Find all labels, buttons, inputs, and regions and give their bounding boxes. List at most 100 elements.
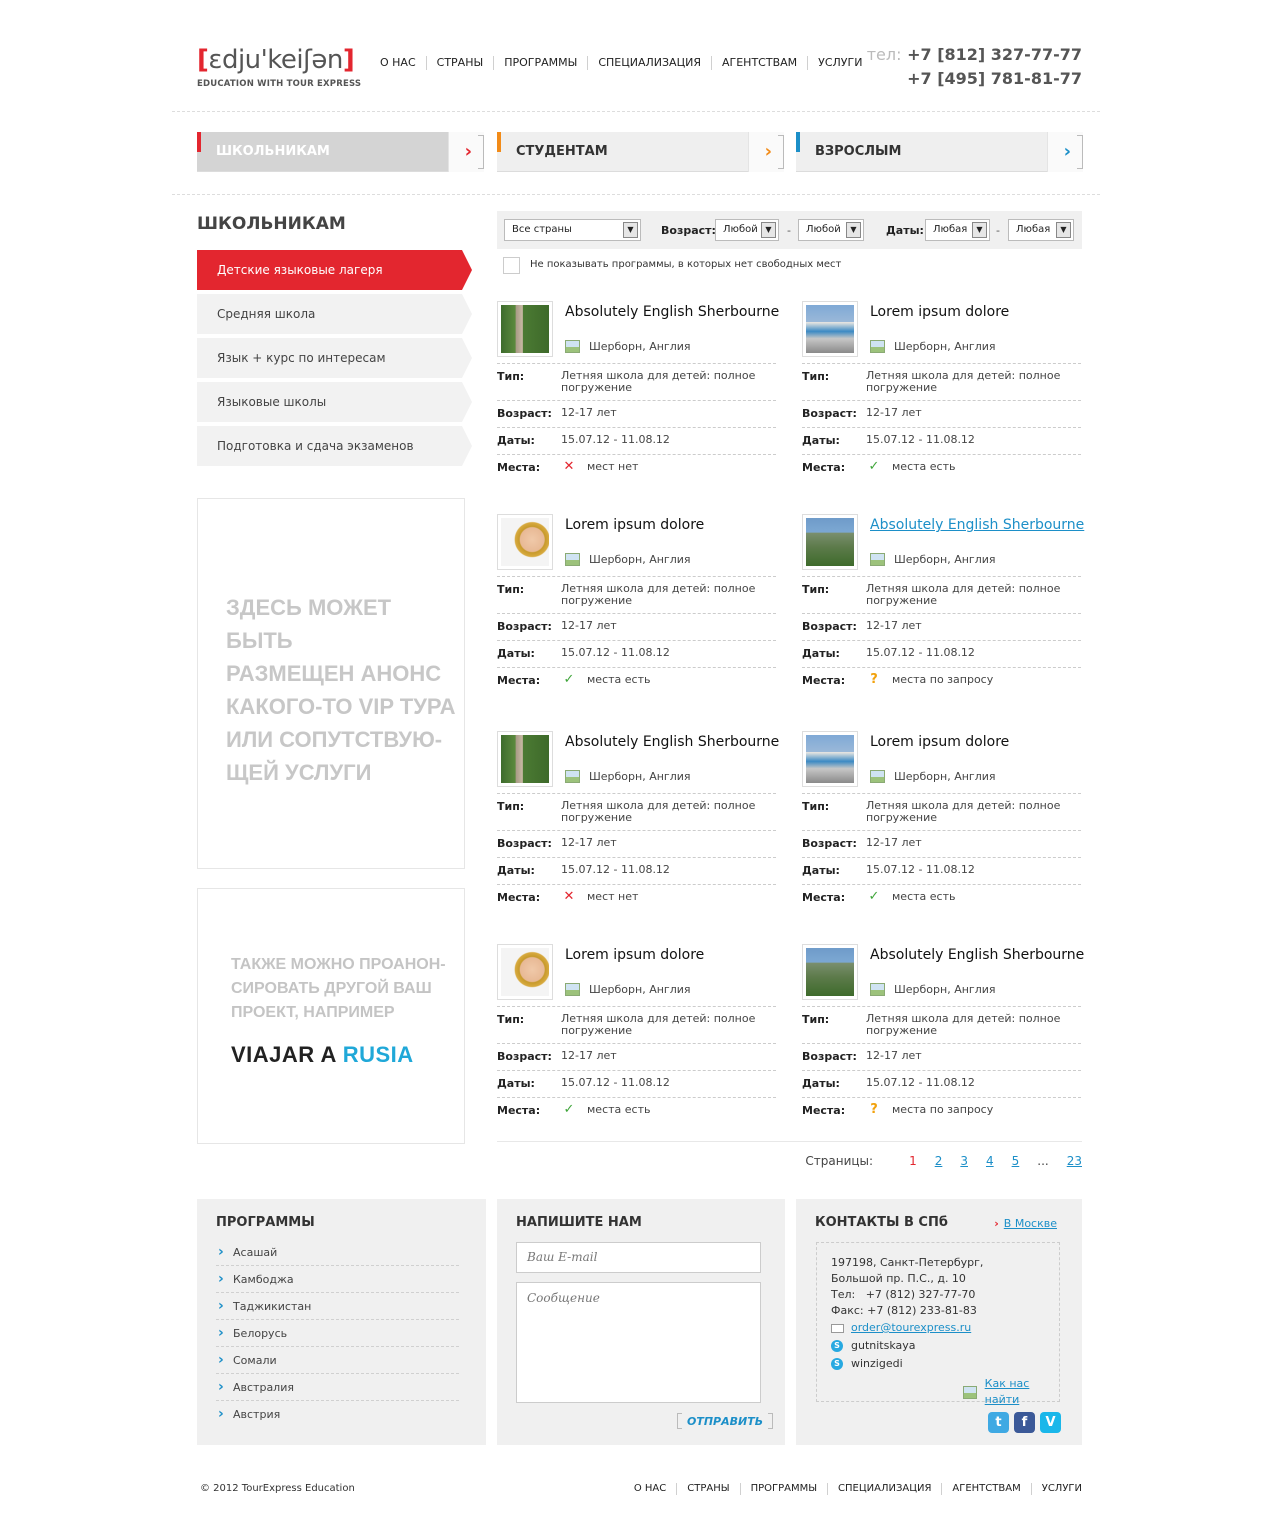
checkmark-icon: ✓ <box>563 672 575 687</box>
image-icon <box>565 983 580 996</box>
country-select[interactable]: Все страны ▼ <box>504 219 641 241</box>
nav-about[interactable]: О НАС <box>370 56 426 70</box>
program-thumbnail[interactable] <box>497 731 553 787</box>
side-item-language-plus-course[interactable]: Язык + курс по интересам <box>197 338 472 378</box>
program-link[interactable]: Асашай <box>216 1238 459 1266</box>
skype-contact[interactable]: winzigedi <box>851 1355 903 1373</box>
email-link[interactable]: order@tourexpress.ru <box>851 1319 971 1337</box>
top-nav: О НАС СТРАНЫ ПРОГРАММЫ СПЕЦИАЛИЗАЦИЯ АГЕ… <box>370 56 872 70</box>
program-title-link[interactable]: Absolutely English Sherbourne <box>870 947 1084 963</box>
program-type: Летняя школа для детей: полное погружени… <box>561 369 756 394</box>
bottom-nav-countries[interactable]: СТРАНЫ <box>676 1483 739 1495</box>
logo[interactable]: [ɛdju'keiʃən] EDUCATION WITH TOUR EXPRES… <box>197 42 361 89</box>
promo-brand-logo: VIAJAR A RUSIA <box>231 1042 414 1067</box>
program-link[interactable]: Австралия <box>216 1373 459 1401</box>
type-label: Тип: <box>802 583 830 596</box>
program-title-link[interactable]: Lorem ipsum dolore <box>565 517 704 533</box>
age-from-select[interactable]: Любой ▼ <box>715 219 779 241</box>
map-image-icon <box>963 1385 977 1399</box>
side-item-language-schools[interactable]: Языковые школы <box>197 382 472 422</box>
program-link[interactable]: Камбоджа <box>216 1265 459 1293</box>
bottom-nav-services[interactable]: УСЛУГИ <box>1030 1483 1082 1495</box>
dates-label: Даты: <box>497 647 535 660</box>
tab-stripe <box>796 132 800 152</box>
program-title-link[interactable]: Absolutely English Sherbourne <box>870 517 1084 533</box>
places-label: Места: <box>497 1104 541 1117</box>
side-item-exam-prep[interactable]: Подготовка и сдача экзаменов <box>197 426 472 466</box>
age-to-select[interactable]: Любой ▼ <box>798 219 864 241</box>
hide-full-label[interactable]: Не показывать программы, в которых нет с… <box>530 259 841 270</box>
vimeo-icon[interactable]: V <box>1040 1412 1061 1433</box>
skype-contact[interactable]: gutnitskaya <box>851 1337 916 1355</box>
program-title-link[interactable]: Lorem ipsum dolore <box>870 304 1009 320</box>
program-link[interactable]: Таджикистан <box>216 1292 459 1320</box>
places-label: Места: <box>802 1104 846 1117</box>
phone-msk: +7 [495] 781-81-77 <box>907 69 1082 88</box>
program-dates: 15.07.12 - 11.08.12 <box>866 646 975 659</box>
program-link[interactable]: Австрия <box>216 1400 459 1428</box>
age-label: Возраст: <box>661 224 716 237</box>
program-thumbnail[interactable] <box>802 301 858 357</box>
program-title-link[interactable]: Absolutely English Sherbourne <box>565 734 779 750</box>
dropdown-arrow-icon: ▼ <box>846 222 861 238</box>
hide-full-checkbox[interactable] <box>503 257 520 274</box>
date-to-select[interactable]: Любая ▼ <box>1008 219 1074 241</box>
nav-specialization[interactable]: СПЕЦИАЛИЗАЦИЯ <box>587 56 711 70</box>
moscow-contacts-link[interactable]: В Москве <box>994 1217 1057 1230</box>
nav-countries[interactable]: СТРАНЫ <box>425 56 494 70</box>
bottom-nav-about[interactable]: О НАС <box>624 1483 676 1495</box>
find-us-link[interactable]: Как нас найти <box>985 1376 1059 1408</box>
program-thumbnail[interactable] <box>497 944 553 1000</box>
page-link-last[interactable]: 23 <box>1067 1154 1082 1168</box>
fax-line: Факс: +7 (812) 233-81-83 <box>831 1304 977 1317</box>
page-link-4[interactable]: 4 <box>986 1154 994 1168</box>
page-link-3[interactable]: 3 <box>960 1154 968 1168</box>
program-location: Шерборн, Англия <box>565 553 691 566</box>
page-link-5[interactable]: 5 <box>1012 1154 1020 1168</box>
program-thumbnail[interactable] <box>497 301 553 357</box>
tab-schoolchildren[interactable]: ШКОЛЬНИКАМ › <box>197 132 484 172</box>
image-icon <box>870 983 885 996</box>
nav-programs[interactable]: ПРОГРАММЫ <box>493 56 587 70</box>
tab-adults[interactable]: ВЗРОСЛЫМ › <box>796 132 1083 172</box>
side-item-secondary-school[interactable]: Средняя школа <box>197 294 472 334</box>
bottom-nav-specialization[interactable]: СПЕЦИАЛИЗАЦИЯ <box>827 1483 941 1495</box>
promo-vip-tour[interactable]: ЗДЕСЬ МОЖЕТ БЫТЬ РАЗМЕЩЕН АНОНС КАКОГО-Т… <box>197 498 465 869</box>
bottom-nav-agencies[interactable]: АГЕНТСТВАМ <box>941 1483 1030 1495</box>
program-title-link[interactable]: Lorem ipsum dolore <box>870 734 1009 750</box>
page-link-2[interactable]: 2 <box>935 1154 943 1168</box>
program-title-link[interactable]: Lorem ipsum dolore <box>565 947 704 963</box>
side-item-language-camps[interactable]: Детские языковые лагеря <box>197 250 472 290</box>
promo-other-project[interactable]: ТАКЖЕ МОЖНО ПРОАНОН- СИРОВАТЬ ДРУГОЙ ВАШ… <box>197 888 465 1144</box>
places-label: Места: <box>497 461 541 474</box>
program-details: Тип: Летняя школа для детей: полное погру… <box>497 576 776 695</box>
program-dates: 15.07.12 - 11.08.12 <box>866 1076 975 1089</box>
program-thumbnail[interactable] <box>497 514 553 570</box>
message-field[interactable]: Сообщение <box>516 1282 761 1403</box>
tab-label: ШКОЛЬНИКАМ <box>216 144 330 159</box>
program-link[interactable]: Сомали <box>216 1346 459 1374</box>
program-details: Тип: Летняя школа для детей: полное погру… <box>497 793 776 912</box>
dates-label: Даты: <box>802 434 840 447</box>
email-field[interactable]: Ваш E-mail <box>516 1242 761 1273</box>
program-thumbnail[interactable] <box>802 731 858 787</box>
program-thumbnail[interactable] <box>802 944 858 1000</box>
program-link[interactable]: Белорусь <box>216 1319 459 1347</box>
chevron-right-icon: › <box>764 141 772 162</box>
page-link-1[interactable]: 1 <box>909 1154 917 1168</box>
program-title-link[interactable]: Absolutely English Sherbourne <box>565 304 779 320</box>
age-label: Возраст: <box>802 837 857 850</box>
phone-label: тел: <box>866 45 902 64</box>
program-thumbnail[interactable] <box>802 514 858 570</box>
twitter-icon[interactable]: t <box>988 1412 1009 1433</box>
facebook-icon[interactable]: f <box>1014 1412 1035 1433</box>
program-details: Тип: Летняя школа для детей: полное погру… <box>497 1006 776 1125</box>
nav-services[interactable]: УСЛУГИ <box>807 56 872 70</box>
date-from-select[interactable]: Любая ▼ <box>925 219 990 241</box>
bottom-nav-programs[interactable]: ПРОГРАММЫ <box>739 1483 827 1495</box>
tab-students[interactable]: СТУДЕНТАМ › <box>497 132 784 172</box>
checkmark-icon: ✓ <box>868 459 880 474</box>
nav-agencies[interactable]: АГЕНТСТВАМ <box>711 56 807 70</box>
send-button[interactable]: ОТПРАВИТЬ <box>677 1413 774 1429</box>
type-label: Тип: <box>802 800 830 813</box>
